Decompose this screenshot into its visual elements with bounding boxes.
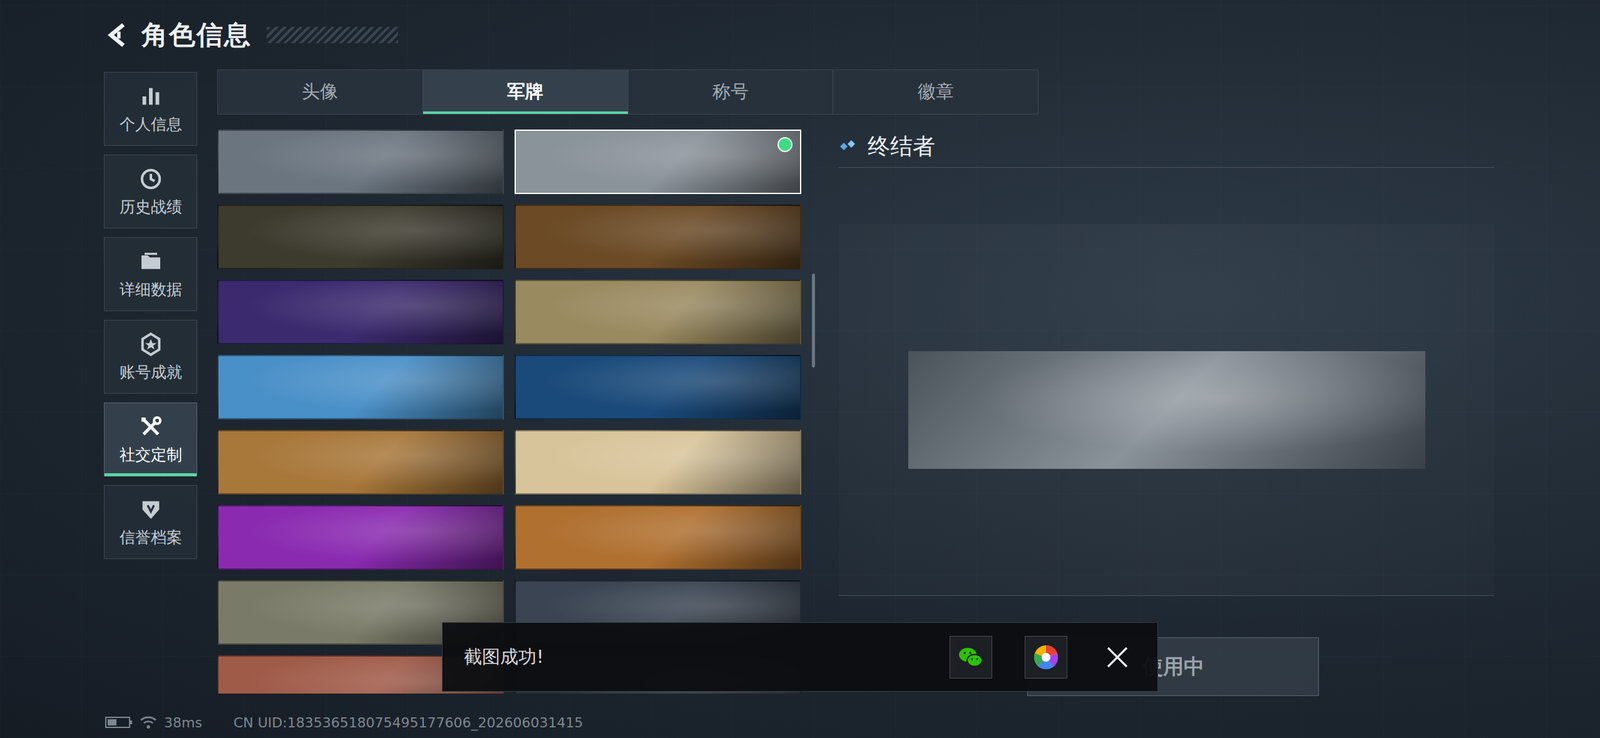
dogtag-list xyxy=(217,129,802,694)
bar-chart-icon xyxy=(138,83,164,109)
battery-icon xyxy=(105,715,133,730)
tab[interactable]: 头像 xyxy=(217,70,423,114)
ping-text: 38ms xyxy=(164,714,203,731)
toast-message: 截图成功! xyxy=(463,644,918,670)
tab[interactable]: 徽章 xyxy=(832,70,1038,114)
diamond-icon xyxy=(838,138,861,154)
dogtag-card[interactable] xyxy=(514,354,802,420)
title-decoration xyxy=(266,26,399,44)
uid-text: CN UID:183536518075495177606_20260603141… xyxy=(233,714,584,731)
content: 终结者使用中 xyxy=(217,129,1600,707)
tab[interactable]: 军牌 xyxy=(422,70,628,114)
main: 个人信息历史战绩详细数据账号成就社交定制信誉档案头像军牌称号徽章终结者使用中 xyxy=(0,69,1600,707)
dogtag-card[interactable] xyxy=(514,129,802,195)
sidebar-item-label: 详细数据 xyxy=(119,279,183,300)
shield-icon xyxy=(138,497,164,523)
sidebar-item[interactable]: 个人信息 xyxy=(103,71,198,146)
sidebar-item[interactable]: 详细数据 xyxy=(103,237,198,312)
detail-title: 终结者 xyxy=(867,131,936,163)
sidebar: 个人信息历史战绩详细数据账号成就社交定制信誉档案 xyxy=(103,69,198,707)
history-clock-icon xyxy=(138,166,164,192)
character-info-screen: 角色信息个人信息历史战绩详细数据账号成就社交定制信誉档案头像军牌称号徽章终结者使… xyxy=(0,0,1600,738)
header: 角色信息 xyxy=(0,0,1600,70)
sidebar-item-label: 历史战绩 xyxy=(119,196,183,218)
sidebar-item-label: 个人信息 xyxy=(119,113,183,135)
detail-panel: 终结者使用中 xyxy=(838,129,1495,707)
sidebar-item-label: 社交定制 xyxy=(119,444,183,466)
tab[interactable]: 称号 xyxy=(627,70,834,114)
album-share-button[interactable] xyxy=(1024,635,1068,679)
dogtag-grid xyxy=(217,129,802,694)
tools-icon xyxy=(138,414,164,440)
dogtag-card[interactable] xyxy=(514,204,802,270)
back-arrow-icon[interactable] xyxy=(103,21,132,49)
preview-frame xyxy=(838,224,1495,596)
folder-icon xyxy=(138,249,164,275)
dogtag-card[interactable] xyxy=(217,204,504,270)
sidebar-item[interactable]: 账号成就 xyxy=(103,319,198,394)
dogtag-card[interactable] xyxy=(514,430,802,495)
sidebar-item-label: 信誉档案 xyxy=(119,527,183,548)
equipped-dot xyxy=(777,137,793,153)
wechat-icon xyxy=(957,644,985,670)
dogtag-card[interactable] xyxy=(217,505,504,570)
dogtag-card[interactable] xyxy=(514,279,802,345)
sidebar-item[interactable]: 信誉档案 xyxy=(103,485,198,559)
sidebar-item[interactable]: 社交定制 xyxy=(103,402,198,477)
dogtag-card[interactable] xyxy=(217,430,504,495)
dogtag-card[interactable] xyxy=(217,354,504,420)
close-button[interactable] xyxy=(1098,638,1137,677)
center-panel: 头像军牌称号徽章终结者使用中 xyxy=(217,69,1600,707)
scrollbar[interactable] xyxy=(811,273,816,368)
status-bar: 38ms CN UID:183536518075495177606_2026060… xyxy=(0,706,1600,738)
screenshot-toast: 截图成功! xyxy=(441,622,1159,692)
detail-title-row: 终结者 xyxy=(838,129,1495,168)
tab-bar: 头像军牌称号徽章 xyxy=(217,69,1039,115)
wifi-icon xyxy=(138,714,158,730)
dogtag-card[interactable] xyxy=(217,129,504,195)
sidebar-item-label: 账号成就 xyxy=(119,361,183,383)
dogtag-card[interactable] xyxy=(514,505,802,570)
close-x-icon xyxy=(1104,644,1130,670)
sidebar-item[interactable]: 历史战绩 xyxy=(103,154,198,229)
dogtag-card[interactable] xyxy=(217,279,504,345)
dogtag-preview xyxy=(908,351,1426,469)
wechat-share-button[interactable] xyxy=(949,635,993,679)
medal-icon xyxy=(138,331,164,357)
aperture-icon xyxy=(1032,644,1060,671)
page-title: 角色信息 xyxy=(141,17,252,53)
